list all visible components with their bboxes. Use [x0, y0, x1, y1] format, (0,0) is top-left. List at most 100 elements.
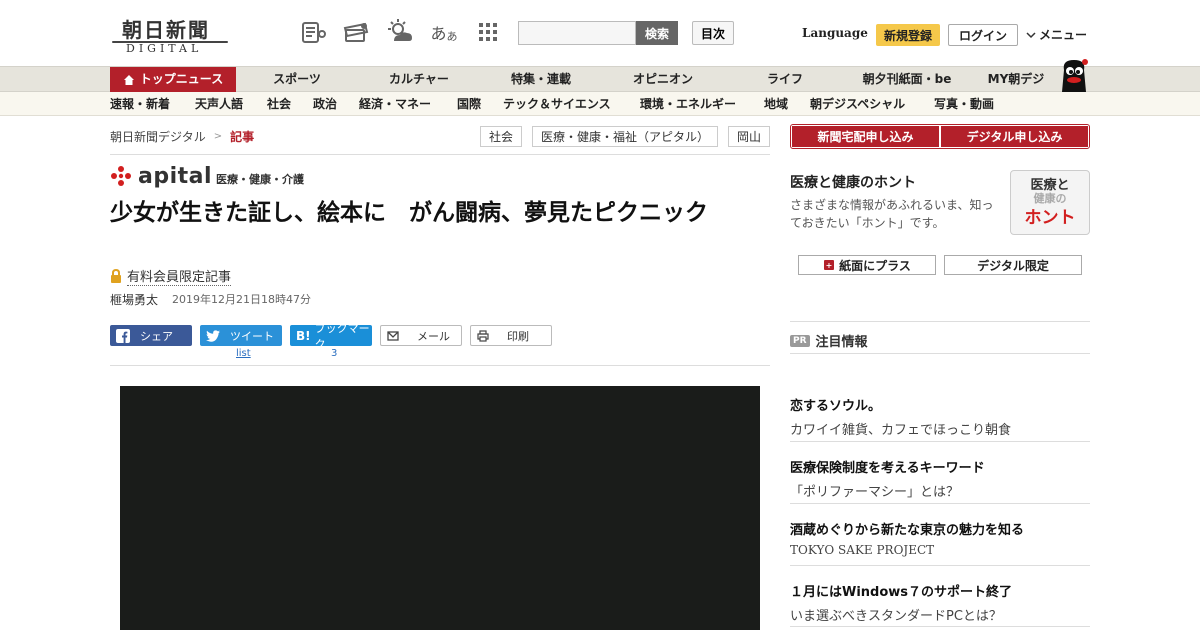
svg-text:+: + — [826, 261, 833, 270]
subnav-item-tenseijingo[interactable]: 天声人語 — [195, 92, 243, 116]
subnav-item-environment[interactable]: 環境・エネルギー — [640, 92, 736, 116]
nav-item-my-asadigi[interactable]: MY朝デジ — [980, 67, 1052, 92]
language-link[interactable]: Language — [802, 26, 868, 40]
pr-item[interactable]: 医療保険制度を考えるキーワード 「ポリファーマシー」とは？ — [790, 457, 1090, 500]
pr-item[interactable]: １月にはWindows７のサポート終了 いま選ぶべきスタンダードPCとは？ — [790, 581, 1090, 624]
ticket-icon[interactable] — [342, 18, 370, 46]
breadcrumb-home[interactable]: 朝日新聞デジタル — [110, 128, 206, 145]
pr-item[interactable]: 恋するソウル。 カワイイ雑貨、カフェでほっこり朝食 — [790, 395, 1090, 438]
pr-item-title: １月にはWindows７のサポート終了 — [790, 585, 1013, 600]
mail-icon — [387, 330, 399, 341]
article-headline: 少女が生きた証し、絵本に がん闘病、夢見たピクニック — [110, 200, 708, 226]
search-input[interactable] — [518, 21, 636, 45]
nav-item-print[interactable]: 朝夕刊紙面・be — [854, 67, 960, 92]
nav-item-sports[interactable]: スポーツ — [256, 67, 338, 92]
share-facebook-label: シェア — [140, 329, 173, 343]
font-size-icon[interactable]: ああ — [430, 18, 458, 46]
pr-item[interactable]: 酒蔵めぐりから新たな東京の魅力を知る TOKYO SAKE PROJECT — [790, 519, 1090, 557]
tag-apital[interactable]: 医療・健康・福祉（アピタル） — [532, 126, 718, 147]
paid-members-label[interactable]: 有料会員限定記事 — [110, 266, 232, 286]
toc-button[interactable]: 目次 — [692, 21, 734, 45]
logo-sub-text: DIGITAL — [126, 42, 203, 55]
subnav-item-society[interactable]: 社会 — [267, 92, 291, 116]
nav-item-top-news[interactable]: トップニュース — [110, 67, 236, 92]
apital-logo[interactable]: apital — [110, 163, 212, 189]
share-print-button[interactable]: 印刷 — [470, 325, 552, 346]
subnav-item-international[interactable]: 国際 — [457, 92, 481, 116]
article-media-panel[interactable] — [120, 386, 760, 630]
hatena-count[interactable]: 3 — [331, 348, 337, 359]
honto-title[interactable]: 医療と健康のホント — [790, 172, 916, 192]
paid-label-text: 有料会員限定記事 — [127, 266, 232, 286]
subnav-item-photo-video[interactable]: 写真・動画 — [934, 92, 994, 116]
share-facebook-button[interactable]: シェア — [110, 325, 192, 346]
twitter-icon — [206, 329, 220, 342]
nav-item-life[interactable]: ライフ — [752, 67, 818, 92]
divider — [790, 321, 1090, 322]
apital-subtitle: 医療・健康・介護 — [216, 173, 304, 186]
nav-item-features[interactable]: 特集・連載 — [498, 67, 584, 92]
pr-item-subtitle: カワイイ雑貨、カフェでほっこり朝食 — [790, 423, 1012, 438]
tag-okayama[interactable]: 岡山 — [728, 126, 770, 147]
breadcrumb: 朝日新聞デジタル > 記事 — [110, 128, 254, 145]
logo-main-text: 朝日新聞 — [122, 18, 210, 42]
divider — [790, 441, 1090, 442]
pr-item-title: 恋するソウル。 — [790, 399, 882, 414]
share-twitter-label: ツイート — [230, 329, 274, 343]
pr-item-title: 酒蔵めぐりから新たな東京の魅力を知る — [790, 523, 1025, 538]
paper-plus-button[interactable]: + 紙面にプラス — [798, 255, 936, 275]
author-name: 榧場勇太 — [110, 293, 159, 307]
subnav-item-politics[interactable]: 政治 — [313, 92, 337, 116]
register-button[interactable]: 新規登録 — [876, 24, 940, 46]
login-button[interactable]: ログイン — [948, 24, 1018, 46]
pr-item-title: 医療保険制度を考えるキーワード — [790, 461, 985, 476]
share-hatena-button[interactable]: B! ブックマーク — [290, 322, 372, 351]
subscribe-digital-button[interactable]: デジタル申し込み — [941, 126, 1088, 147]
nav-item-culture[interactable]: カルチャー — [374, 67, 464, 92]
share-mail-button[interactable]: メール — [380, 325, 462, 346]
apps-grid-icon[interactable] — [474, 18, 502, 46]
paper-plus-icon: + — [824, 260, 835, 270]
asahi-digital-logo[interactable]: 朝日新聞 DIGITAL — [112, 14, 232, 55]
nav-top-news-label: トップニュース — [139, 72, 224, 86]
nav-item-opinion[interactable]: オピニオン — [622, 67, 704, 92]
menu-button[interactable]: メニュー — [1026, 26, 1087, 43]
newspaper-icon[interactable] — [300, 18, 328, 46]
subnav-item-tech-science[interactable]: テック＆サイエンス — [503, 92, 611, 116]
subnav-item-special[interactable]: 朝デジスペシャル — [810, 92, 905, 116]
share-hatena-label: ブックマーク — [314, 321, 370, 351]
subnav-item-region[interactable]: 地域 — [764, 92, 788, 116]
subnav-item-economy[interactable]: 経済・マネー — [359, 92, 431, 116]
sub-nav: 速報・新着 天声人語 社会 政治 経済・マネー 国際 テック＆サイエンス 環境・… — [0, 92, 1200, 116]
honto-badge[interactable]: 医療と 健康の ホント — [1010, 170, 1090, 235]
main-nav: トップニュース スポーツ カルチャー 特集・連載 オピニオン ライフ 朝夕刊紙面… — [0, 66, 1200, 92]
honto-description: さまざまな情報があふれるいま、知っておきたい「ホント」です。 — [790, 198, 994, 230]
subscribe-paper-button[interactable]: 新聞宅配申し込み — [792, 126, 939, 147]
lock-icon — [111, 269, 121, 283]
share-twitter-button[interactable]: ツイート — [200, 325, 282, 346]
hatena-b-icon: B! — [296, 328, 311, 343]
home-icon — [123, 74, 134, 85]
menu-label: メニュー — [1039, 28, 1088, 42]
mascot-icon[interactable] — [1056, 56, 1092, 92]
byline: 榧場勇太 2019年12月21日18時47分 — [110, 291, 311, 308]
pr-item-subtitle: 「ポリファーマシー」とは？ — [790, 485, 960, 500]
pr-header: PR 注目情報 — [790, 331, 868, 350]
divider — [110, 154, 770, 155]
share-print-label: 印刷 — [507, 329, 529, 343]
divider — [790, 503, 1090, 504]
apital-dots-icon — [111, 166, 131, 186]
facebook-icon — [116, 328, 130, 343]
divider — [110, 365, 770, 366]
subnav-item-breaking[interactable]: 速報・新着 — [110, 92, 170, 116]
pr-item-subtitle: いま選ぶべきスタンダードPCとは？ — [790, 609, 1002, 624]
font-size-small-glyph: あ — [446, 30, 458, 43]
twitter-count[interactable]: list — [236, 348, 251, 359]
weather-icon[interactable] — [386, 18, 414, 46]
divider — [790, 626, 1090, 627]
digital-only-button[interactable]: デジタル限定 — [944, 255, 1082, 275]
tag-society[interactable]: 社会 — [480, 126, 522, 147]
pr-badge: PR — [790, 334, 810, 347]
paper-plus-label: 紙面にプラス — [839, 258, 911, 273]
search-button[interactable]: 検索 — [636, 21, 678, 45]
